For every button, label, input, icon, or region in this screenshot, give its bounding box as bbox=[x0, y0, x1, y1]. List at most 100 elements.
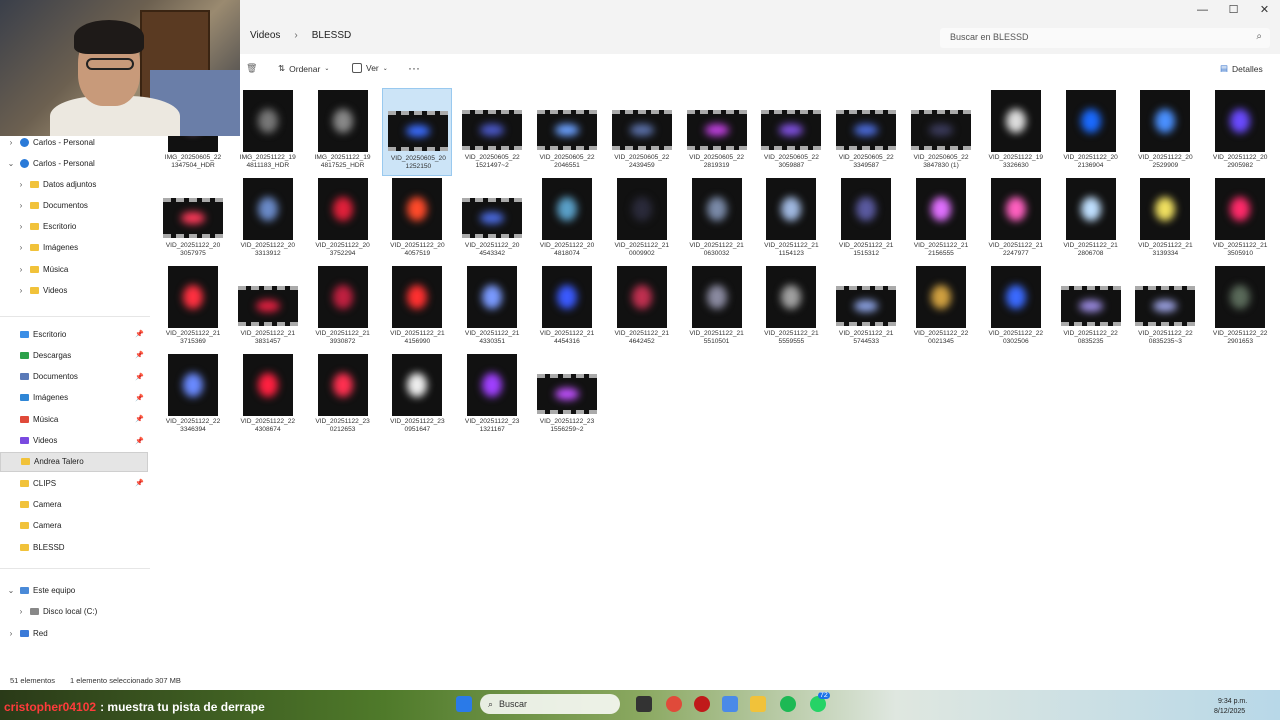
sidebar-item-escritorio[interactable]: › Escritorio bbox=[0, 217, 148, 237]
file-name: VID_20251122_22 3346394 bbox=[165, 418, 221, 433]
file-item[interactable]: VID_20251122_21 2156555 bbox=[906, 176, 976, 264]
sidebar-item-onedrive-2[interactable]: ⌄ Carlos - Personal bbox=[0, 153, 148, 173]
file-item[interactable]: VID_20251122_21 5744533 bbox=[831, 264, 901, 352]
file-name: VID_20251122_21 3831457 bbox=[240, 330, 296, 345]
file-item[interactable]: VID_20251122_20 2905982 bbox=[1205, 88, 1275, 176]
file-item[interactable]: VID_20250605_22 2819319 bbox=[682, 88, 752, 176]
file-item[interactable]: VID_20251122_20 4543342 bbox=[457, 176, 527, 264]
sidebar-item-videos[interactable]: › Videos bbox=[0, 281, 148, 301]
file-item[interactable]: VID_20251122_21 4454316 bbox=[532, 264, 602, 352]
sort-icon: ⇅ bbox=[278, 63, 286, 73]
file-item[interactable]: VID_20250605_22 3847830 (1) bbox=[906, 88, 976, 176]
quick-access-item[interactable]: CLIPS 📌 bbox=[0, 473, 148, 493]
file-item[interactable]: VID_20251122_20 3313912 bbox=[233, 176, 303, 264]
file-item[interactable]: VID_20251122_22 4308674 bbox=[233, 352, 303, 440]
file-name: VID_20250605_22 3349587 bbox=[838, 154, 894, 169]
file-item[interactable]: VID_20251122_21 3831457 bbox=[233, 264, 303, 352]
sidebar-item-this-pc[interactable]: ⌄ Este equipo bbox=[0, 580, 148, 600]
file-item[interactable]: VID_20251122_20 4818074 bbox=[532, 176, 602, 264]
quick-access-item[interactable]: Camera bbox=[0, 494, 148, 514]
file-thumbnail bbox=[836, 286, 897, 326]
app-icon[interactable] bbox=[722, 696, 738, 712]
file-item[interactable]: VID_20251122_22 3346394 bbox=[158, 352, 228, 440]
breadcrumb-item-blessd[interactable]: BLESSD bbox=[312, 30, 351, 41]
file-item[interactable]: VID_20251122_21 4642452 bbox=[607, 264, 677, 352]
more-options-button[interactable]: ··· bbox=[408, 61, 420, 75]
file-item[interactable]: VID_20251122_23 0212653 bbox=[308, 352, 378, 440]
sidebar-item-imágenes[interactable]: › Imágenes bbox=[0, 238, 148, 258]
quick-access-item[interactable]: Imágenes 📌 bbox=[0, 388, 148, 408]
delete-button[interactable]: 🗑 bbox=[246, 63, 257, 74]
file-item[interactable]: VID_20251122_21 3505910 bbox=[1205, 176, 1275, 264]
sidebar-item-local-disk[interactable]: › Disco local (C:) bbox=[0, 601, 148, 621]
file-item[interactable]: VID_20251122_20 2529909 bbox=[1130, 88, 1200, 176]
quick-access-item[interactable]: Camera bbox=[0, 516, 148, 536]
minimize-button[interactable]: — bbox=[1187, 0, 1218, 20]
file-item[interactable]: VID_20250605_22 2439459 bbox=[607, 88, 677, 176]
file-name: IMG_20251122_19 4817525_HDR bbox=[314, 154, 371, 169]
file-item[interactable]: VID_20251122_22 0302506 bbox=[981, 264, 1051, 352]
quick-access-item[interactable]: Documentos 📌 bbox=[0, 367, 148, 387]
file-item[interactable]: VID_20251122_23 1556259~2 bbox=[532, 352, 602, 440]
quick-access-item[interactable]: BLESSD bbox=[0, 537, 148, 557]
close-button[interactable]: ✕ bbox=[1249, 0, 1280, 20]
file-item[interactable]: VID_20251122_19 3326630 bbox=[981, 88, 1051, 176]
file-item[interactable]: VID_20251122_20 2136904 bbox=[1056, 88, 1126, 176]
breadcrumb-item-videos[interactable]: Videos bbox=[250, 30, 280, 41]
file-item[interactable]: VID_20251122_23 1321167 bbox=[457, 352, 527, 440]
sidebar-item-documentos[interactable]: › Documentos bbox=[0, 195, 148, 215]
sidebar-item-música[interactable]: › Música bbox=[0, 259, 148, 279]
file-item[interactable]: VID_20251122_21 3930872 bbox=[308, 264, 378, 352]
file-item[interactable]: VID_20250605_22 3349587 bbox=[831, 88, 901, 176]
file-item[interactable]: VID_20251122_20 4057519 bbox=[382, 176, 452, 264]
chrome-icon[interactable] bbox=[666, 696, 682, 712]
windows-start-icon[interactable] bbox=[456, 696, 472, 712]
file-item[interactable]: VID_20251122_21 2806708 bbox=[1056, 176, 1126, 264]
file-name: VID_20251122_21 2247977 bbox=[988, 242, 1044, 257]
file-item[interactable]: VID_20251122_21 3715369 bbox=[158, 264, 228, 352]
clock-time[interactable]: 9:34 p.m. bbox=[1218, 698, 1247, 705]
file-item[interactable]: VID_20251122_21 0009902 bbox=[607, 176, 677, 264]
file-item[interactable]: VID_20251122_21 1515312 bbox=[831, 176, 901, 264]
file-item[interactable]: VID_20251122_22 2901653 bbox=[1205, 264, 1275, 352]
quick-access-item[interactable]: Videos 📌 bbox=[0, 431, 148, 451]
file-item[interactable]: VID_20251122_21 3139334 bbox=[1130, 176, 1200, 264]
thumbnail-light bbox=[407, 372, 428, 398]
file-item[interactable]: VID_20251122_22 0021345 bbox=[906, 264, 976, 352]
file-item[interactable]: VID_20251122_20 3752294 bbox=[308, 176, 378, 264]
file-item[interactable]: IMG_20251122_19 4817525_HDR bbox=[308, 88, 378, 176]
file-item[interactable]: VID_20251122_23 0951647 bbox=[382, 352, 452, 440]
opera-icon[interactable] bbox=[694, 696, 710, 712]
file-item[interactable]: VID_20251122_21 4156990 bbox=[382, 264, 452, 352]
file-item[interactable]: VID_20250605_22 2046551 bbox=[532, 88, 602, 176]
file-item[interactable]: VID_20251122_22 0835235 bbox=[1056, 264, 1126, 352]
file-item[interactable]: VID_20251122_21 2247977 bbox=[981, 176, 1051, 264]
search-input[interactable]: Buscar en BLESSD ⌕ bbox=[940, 28, 1270, 48]
view-button[interactable]: Ver ⌄ bbox=[352, 63, 388, 73]
file-item[interactable]: VID_20251122_20 3057975 bbox=[158, 176, 228, 264]
file-item[interactable]: VID_20251122_21 5559555 bbox=[756, 264, 826, 352]
sidebar-item-datos adjuntos[interactable]: › Datos adjuntos bbox=[0, 174, 148, 194]
file-item[interactable]: VID_20251122_21 4330351 bbox=[457, 264, 527, 352]
quick-access-item[interactable]: Andrea Talero bbox=[0, 451, 148, 472]
maximize-button[interactable]: ☐ bbox=[1218, 0, 1249, 20]
file-item[interactable]: VID_20250605_20 1252150 bbox=[382, 88, 453, 176]
sidebar-item-network[interactable]: › Red bbox=[0, 623, 148, 643]
file-name: VID_20251122_21 3715369 bbox=[165, 330, 221, 345]
file-item[interactable]: IMG_20251122_19 4811183_HDR bbox=[233, 88, 303, 176]
quick-access-item[interactable]: Escritorio 📌 bbox=[0, 324, 148, 344]
file-item[interactable]: VID_20251122_21 1154123 bbox=[756, 176, 826, 264]
task-view-icon[interactable] bbox=[636, 696, 652, 712]
file-item[interactable]: VID_20250605_22 1521497~2 bbox=[457, 88, 527, 176]
details-button[interactable]: ▤ Detalles bbox=[1220, 63, 1263, 74]
file-item[interactable]: VID_20250605_22 3059887 bbox=[756, 88, 826, 176]
sort-button[interactable]: ⇅ Ordenar ⌄ bbox=[278, 63, 329, 74]
file-item[interactable]: VID_20251122_21 5510501 bbox=[682, 264, 752, 352]
quick-access-item[interactable]: Descargas 📌 bbox=[0, 345, 148, 365]
file-item[interactable]: VID_20251122_21 0630032 bbox=[682, 176, 752, 264]
spotify-icon[interactable] bbox=[780, 696, 796, 712]
taskbar-search[interactable]: ⌕ Buscar bbox=[480, 694, 620, 714]
file-explorer-icon[interactable] bbox=[750, 696, 766, 712]
quick-access-item[interactable]: Música 📌 bbox=[0, 409, 148, 429]
file-item[interactable]: VID_20251122_22 0835235~3 bbox=[1130, 264, 1200, 352]
